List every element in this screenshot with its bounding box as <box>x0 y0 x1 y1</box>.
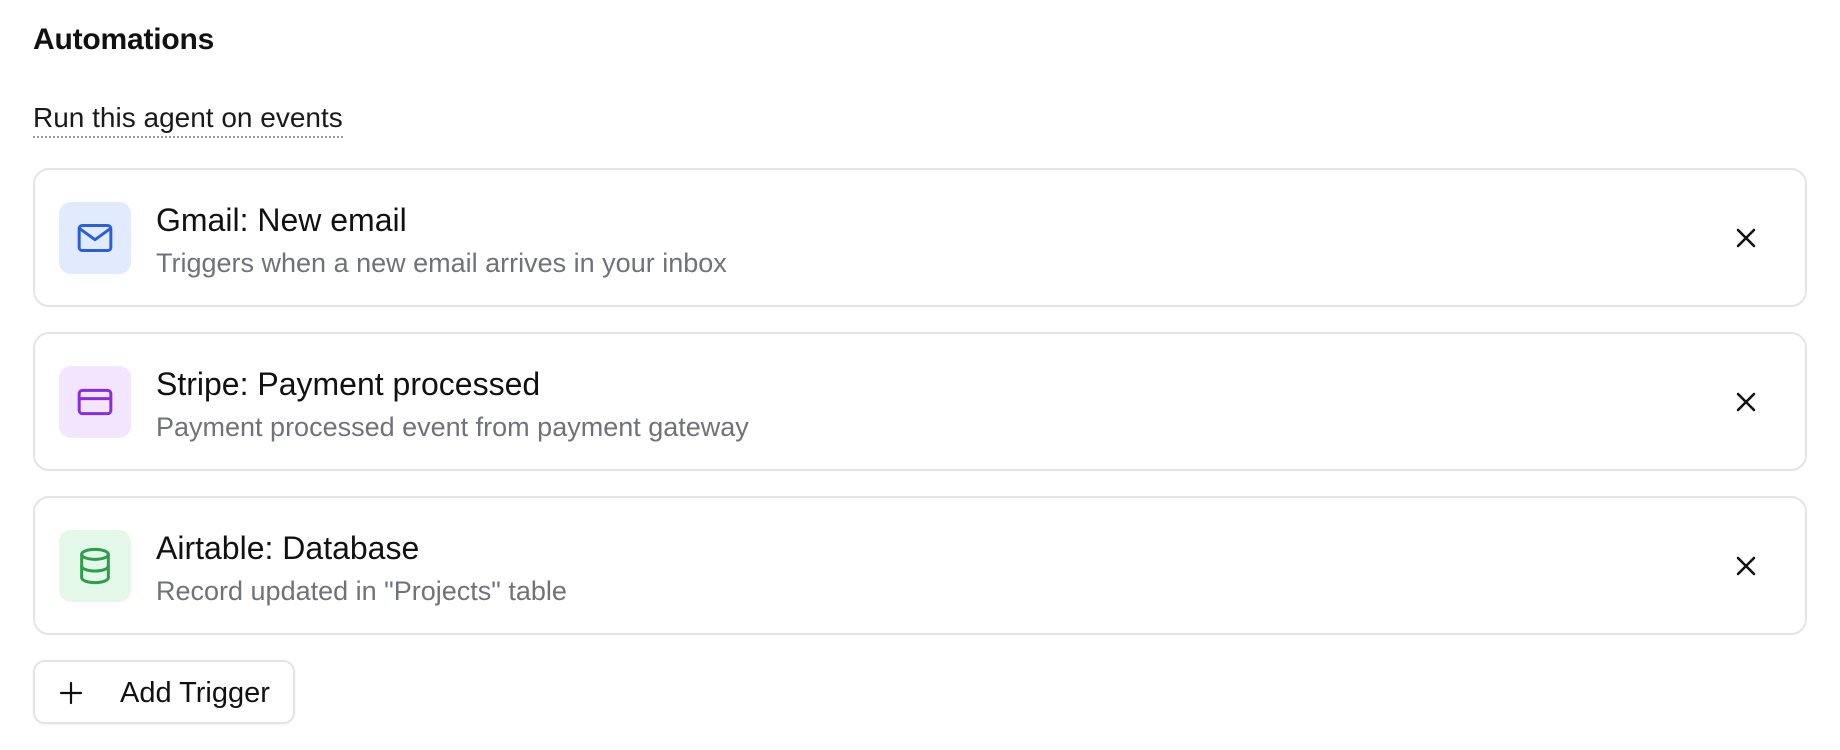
database-icon <box>80 547 110 585</box>
trigger-description: Record updated in "Projects" table <box>156 576 567 606</box>
plus-icon <box>59 681 83 705</box>
remove-trigger-button[interactable] <box>1727 383 1765 421</box>
close-icon <box>1736 556 1756 576</box>
section-title: Automations <box>33 23 215 56</box>
trigger-description: Triggers when a new email arrives in you… <box>156 248 727 278</box>
trigger-icon-box <box>59 202 131 274</box>
trigger-card-airtable[interactable]: Airtable: Database Record updated in "Pr… <box>33 496 1807 635</box>
credit-card-icon <box>77 388 113 416</box>
trigger-card-stripe[interactable]: Stripe: Payment processed Payment proces… <box>33 332 1807 471</box>
trigger-icon-box <box>59 530 131 602</box>
trigger-list: Gmail: New email Triggers when a new ema… <box>33 168 1807 660</box>
close-icon <box>1736 228 1756 248</box>
trigger-description: Payment processed event from payment gat… <box>156 412 749 442</box>
remove-trigger-button[interactable] <box>1727 547 1765 585</box>
add-trigger-label: Add Trigger <box>120 677 270 709</box>
add-trigger-button[interactable]: Add Trigger <box>33 660 295 724</box>
trigger-title: Airtable: Database <box>156 530 420 566</box>
trigger-icon-box <box>59 366 131 438</box>
trigger-title: Gmail: New email <box>156 202 407 238</box>
trigger-title: Stripe: Payment processed <box>156 366 541 402</box>
section-subtitle: Run this agent on events <box>33 100 343 138</box>
close-icon <box>1736 392 1756 412</box>
remove-trigger-button[interactable] <box>1727 219 1765 257</box>
mail-icon <box>77 224 113 252</box>
trigger-card-gmail[interactable]: Gmail: New email Triggers when a new ema… <box>33 168 1807 307</box>
